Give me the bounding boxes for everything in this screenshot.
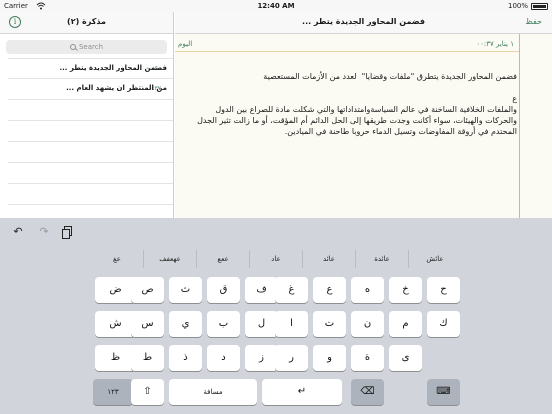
key[interactable]: د xyxy=(207,345,240,371)
suggestion[interactable]: عائد xyxy=(302,250,355,268)
empty-row xyxy=(8,163,173,184)
notes-list-title: مذكرة (٢) xyxy=(67,17,106,26)
today-label: اليوم xyxy=(178,40,193,48)
numbers-key[interactable]: ١٢٣ xyxy=(93,379,133,405)
suggestion[interactable]: عائدة xyxy=(355,250,408,268)
search-input[interactable]: Search xyxy=(6,40,167,54)
key[interactable]: ض xyxy=(95,277,136,303)
empty-row xyxy=(8,100,173,121)
note-paragraph: ع xyxy=(512,94,517,103)
dismiss-keyboard-key[interactable]: ⌨ xyxy=(427,379,460,405)
clock: 12:40 AM xyxy=(257,2,295,10)
key[interactable]: ا xyxy=(275,311,308,337)
key[interactable]: م xyxy=(389,311,422,337)
note-title-header: فضمن المحاور الجديدة يتطر ... xyxy=(302,17,425,26)
note-paragraph: فضمن المحاور الجديدة يتطرق "ملفات وقضايا… xyxy=(263,72,517,81)
delete-key[interactable]: ⌫ xyxy=(351,379,384,405)
key[interactable]: ك xyxy=(427,311,460,337)
key[interactable]: ف xyxy=(245,277,278,303)
battery-percent: 100% xyxy=(507,2,528,10)
key[interactable]: غ xyxy=(275,277,308,303)
notes-list-pane: i مذكرة (٢) Search ٠٠:٤٠ فضمن المحاور ال… xyxy=(0,12,174,218)
key[interactable]: س xyxy=(131,311,164,337)
space-key[interactable]: مسافة xyxy=(169,379,257,405)
note-date: ١ يناير ٠٠:٣٧ xyxy=(476,40,514,48)
key[interactable]: ل xyxy=(245,311,278,337)
key[interactable]: ر xyxy=(275,345,308,371)
key[interactable]: و xyxy=(313,345,346,371)
key[interactable]: ي xyxy=(169,311,202,337)
search-icon xyxy=(69,44,76,50)
key[interactable]: خ xyxy=(389,277,422,303)
suggestion[interactable]: عهعفف xyxy=(143,250,196,268)
redo-icon[interactable]: ↷ xyxy=(38,226,50,238)
note-title: من المنتظر ان يشهد العام ... xyxy=(66,84,167,92)
suggestion[interactable]: ععع xyxy=(196,250,249,268)
paste-icon[interactable] xyxy=(62,226,74,239)
note-body-editor[interactable]: فضمن المحاور الجديدة يتطرق "ملفات وقضايا… xyxy=(183,71,517,148)
key[interactable]: ى xyxy=(389,345,422,371)
empty-row xyxy=(8,121,173,142)
key[interactable]: ز xyxy=(245,345,278,371)
undo-icon[interactable]: ↶ xyxy=(12,226,24,238)
battery-icon xyxy=(531,3,548,10)
editor-navbar: فضمن المحاور الجديدة يتطر ... حفظ xyxy=(175,12,552,34)
note-list: ٠٠:٤٠ فضمن المحاور الجديدة يتطر ... ٠٠:٣… xyxy=(0,58,173,205)
suggestion[interactable]: عاد xyxy=(249,250,302,268)
keyboard: ↶ ↷ عغ عهعفف ععع عاد عائد عائدة عائش ض ص… xyxy=(0,218,552,414)
suggestion[interactable]: عغ xyxy=(91,250,143,268)
note-paragraph: والملفات الخلافية الساخنة في عالم السياس… xyxy=(194,105,517,136)
key[interactable]: ذ xyxy=(169,345,202,371)
empty-row xyxy=(8,142,173,163)
list-item[interactable]: ٠٠:٣٧ من المنتظر ان يشهد العام ... xyxy=(8,79,173,100)
key[interactable]: ش xyxy=(95,311,136,337)
key[interactable]: ق xyxy=(207,277,240,303)
return-key[interactable]: ↵ xyxy=(262,379,342,405)
key[interactable]: ة xyxy=(351,345,384,371)
key[interactable]: ص xyxy=(131,277,164,303)
empty-row xyxy=(8,184,173,205)
save-button[interactable]: حفظ xyxy=(525,17,542,26)
search-placeholder: Search xyxy=(78,43,104,51)
key[interactable]: ح xyxy=(427,277,460,303)
keyboard-toolbar: ↶ ↷ xyxy=(0,218,552,246)
key[interactable]: ث xyxy=(169,277,202,303)
notes-list-navbar: i مذكرة (٢) xyxy=(0,12,173,34)
key[interactable]: ظ xyxy=(95,345,136,371)
suggestion[interactable]: عائش xyxy=(408,250,461,268)
date-bar: اليوم ١ يناير ٠٠:٣٧ xyxy=(175,35,520,52)
shift-key[interactable]: ⇧ xyxy=(131,379,164,405)
suggestion-bar: عغ عهعفف ععع عاد عائد عائدة عائش xyxy=(91,250,461,268)
key[interactable]: ب xyxy=(207,311,240,337)
note-title: فضمن المحاور الجديدة يتطر ... xyxy=(59,64,167,72)
key[interactable]: ع xyxy=(313,277,346,303)
status-bar: Carrier 12:40 AM 100% xyxy=(0,0,552,12)
key[interactable]: ط xyxy=(131,345,164,371)
margin-line xyxy=(519,34,520,218)
key[interactable]: ن xyxy=(351,311,384,337)
list-item[interactable]: ٠٠:٤٠ فضمن المحاور الجديدة يتطر ... xyxy=(8,58,173,79)
key[interactable]: ت xyxy=(313,311,346,337)
key[interactable]: ه xyxy=(351,277,384,303)
